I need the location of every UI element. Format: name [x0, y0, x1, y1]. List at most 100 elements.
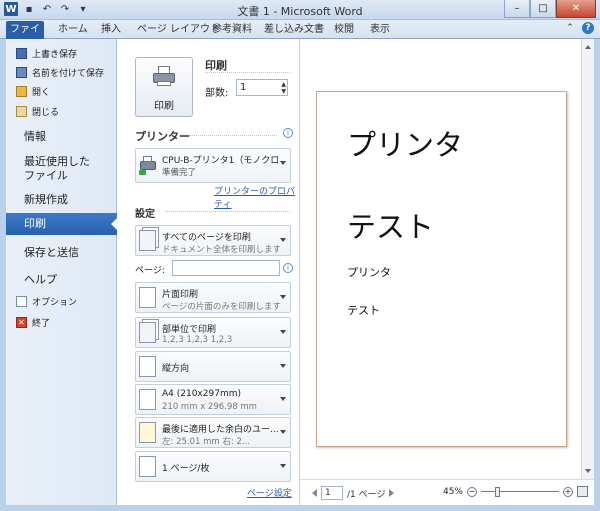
page-setup-link[interactable]: ページ設定: [247, 486, 292, 499]
scroll-up-icon[interactable]: [585, 45, 591, 49]
print-button-label: 印刷: [154, 101, 174, 112]
pages-per-sheet-label: 1 ページ/枚: [162, 464, 210, 474]
ribbon-tabs: ファイル ホーム 挿入 ページ レイアウト 参考資料 差し込み文書 校閲 表示 …: [0, 20, 600, 53]
spin-arrows-icon[interactable]: ▲ ▼: [281, 81, 286, 95]
pages-input[interactable]: [172, 260, 280, 276]
paper-size-label: A4 (210x297mm): [162, 389, 241, 399]
copies-label: 部数:: [205, 88, 229, 99]
all-pages-icon: [139, 230, 156, 251]
chevron-down-icon: [280, 397, 286, 401]
nav-new[interactable]: 新規作成: [6, 191, 117, 207]
collate-desc: 1,2,3 1,2,3 1,2,3: [162, 335, 233, 345]
sides-select[interactable]: 片面印刷 ページの片面のみを印刷します: [135, 282, 291, 313]
help-icon[interactable]: ?: [582, 22, 594, 34]
nav-help[interactable]: ヘルプ: [6, 271, 117, 287]
copies-stepper[interactable]: 1 ▲ ▼: [236, 79, 288, 96]
print-range-label: すべてのページを印刷: [162, 233, 251, 243]
divider: [189, 135, 277, 136]
info-icon[interactable]: i: [283, 128, 293, 138]
print-button[interactable]: 印刷: [135, 57, 193, 117]
command-label: オプション: [32, 297, 78, 308]
tab-review[interactable]: 校閲: [334, 22, 354, 38]
nav-info[interactable]: 情報: [6, 128, 117, 144]
nav-recent-line2[interactable]: ファイル: [6, 167, 117, 183]
close-button[interactable]: ✕: [556, 0, 596, 18]
paper-size-select[interactable]: A4 (210x297mm) 210 mm x 296.98 mm: [135, 384, 291, 415]
zoom-slider[interactable]: [481, 486, 559, 497]
info-icon[interactable]: i: [283, 263, 293, 273]
current-page-input[interactable]: 1: [321, 486, 343, 500]
maximize-button[interactable]: □: [530, 0, 556, 18]
preview-text-small: テスト: [347, 304, 380, 317]
printer-icon: [153, 66, 175, 86]
nav-save-send[interactable]: 保存と送信: [6, 244, 117, 260]
tab-mailings[interactable]: 差し込み文書: [264, 22, 324, 38]
command-save[interactable]: 上書き保存: [16, 45, 77, 61]
zoom-out-icon[interactable]: −: [467, 486, 477, 497]
previous-page-icon[interactable]: [312, 489, 317, 497]
pages-per-sheet-icon: [139, 456, 156, 477]
command-label: 閉じる: [32, 107, 60, 118]
zoom-thumb[interactable]: [495, 486, 500, 497]
printer-properties-link[interactable]: プリンターのプロパティ: [214, 184, 299, 210]
printer-status: 準備完了: [162, 168, 197, 178]
margins-select[interactable]: 最後に適用した余白のユー... 左: 25.01 mm 右: 2...: [135, 417, 291, 448]
tab-file[interactable]: ファイル: [6, 21, 44, 53]
next-page-icon[interactable]: [389, 489, 395, 497]
minimize-button[interactable]: –: [504, 0, 530, 18]
preview-text-large: プリンタ: [347, 128, 464, 162]
printer-heading: プリンター: [135, 130, 190, 143]
command-close[interactable]: 閉じる: [16, 103, 59, 119]
printer-name: CPU-B-プリンタ1（モノクロ...: [162, 156, 280, 166]
preview-status-bar: 1 /1 ページ 45% − +: [300, 479, 594, 505]
command-label: 名前を付けて保存: [32, 68, 105, 79]
close-document-icon: [16, 105, 27, 117]
margins-star-icon: [139, 422, 156, 443]
tab-page-layout[interactable]: ページ レイアウト: [137, 22, 220, 38]
scroll-down-icon[interactable]: [585, 469, 591, 473]
preview-text-small: プリンタ: [347, 266, 391, 279]
pages-per-sheet-select[interactable]: 1 ページ/枚: [135, 451, 291, 482]
vertical-scrollbar[interactable]: [581, 39, 594, 479]
one-sided-icon: [139, 287, 156, 308]
printer-icon: [139, 155, 156, 176]
minimize-ribbon-icon[interactable]: ⌃: [564, 22, 576, 34]
tab-view[interactable]: 表示: [370, 22, 390, 38]
print-settings-panel: 印刷 印刷 部数: 1 ▲ ▼ プリンター i CPU-B-プリンタ1（モノクロ.…: [117, 39, 300, 505]
command-options[interactable]: オプション: [16, 293, 77, 309]
chevron-down-icon: [280, 364, 286, 368]
margins-desc: 左: 25.01 mm 右: 2...: [162, 437, 250, 447]
tab-insert[interactable]: 挿入: [101, 22, 121, 38]
zoom-in-icon[interactable]: +: [563, 486, 573, 497]
options-icon: [16, 295, 27, 307]
command-label: 終了: [32, 318, 51, 329]
nav-print[interactable]: 印刷: [6, 213, 118, 235]
save-icon: [16, 47, 27, 59]
page-total: /1 ページ: [347, 489, 386, 500]
zoom-control: 45% − +: [443, 486, 588, 497]
sides-label: 片面印刷: [162, 290, 199, 300]
print-range-select[interactable]: すべてのページを印刷 ドキュメント全体を印刷します: [135, 225, 291, 256]
command-label: 開く: [32, 87, 51, 98]
open-folder-icon: [16, 85, 27, 97]
orientation-select[interactable]: 縦方向: [135, 351, 291, 382]
collate-label: 部単位で印刷: [162, 325, 217, 335]
command-open[interactable]: 開く: [16, 83, 50, 99]
page-navigator: 1 /1 ページ: [312, 486, 395, 500]
tab-home[interactable]: ホーム: [58, 22, 88, 38]
command-save-as[interactable]: 名前を付けて保存: [16, 64, 104, 80]
command-exit[interactable]: ✕ 終了: [16, 314, 50, 330]
collate-select[interactable]: 部単位で印刷 1,2,3 1,2,3 1,2,3: [135, 317, 291, 348]
printer-select[interactable]: CPU-B-プリンタ1（モノクロ... 準備完了: [135, 148, 291, 183]
print-range-desc: ドキュメント全体を印刷します: [162, 245, 280, 255]
command-label: 上書き保存: [32, 49, 78, 60]
zoom-to-page-icon[interactable]: [577, 486, 588, 497]
chevron-down-icon: [280, 295, 286, 299]
margins-label: 最後に適用した余白のユー...: [162, 425, 279, 435]
exit-icon: ✕: [16, 316, 27, 328]
zoom-level[interactable]: 45%: [443, 487, 463, 497]
tab-references[interactable]: 参考資料: [212, 22, 252, 38]
title-bar: W ▪ ↶ ↷ ▾ 文書 1 - Microsoft Word – □ ✕: [0, 0, 600, 20]
chevron-down-icon: [280, 330, 286, 334]
print-heading: 印刷: [205, 59, 227, 72]
